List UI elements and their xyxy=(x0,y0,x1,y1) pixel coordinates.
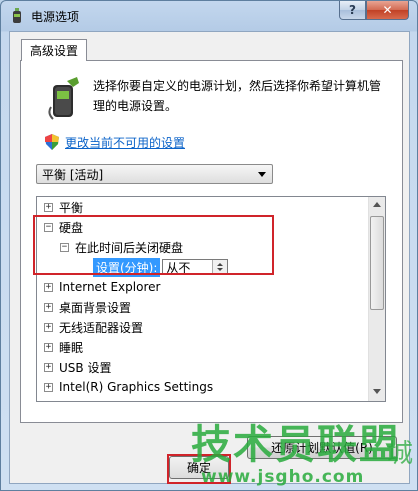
advanced-settings-panel: 选择你要自定义的电源计划，然后选择你希望计算机管理的电源设置。 更改当前不可用的… xyxy=(20,60,403,459)
power-plan-value: 平衡 [活动] xyxy=(42,167,104,182)
collapse-icon[interactable]: − xyxy=(44,222,53,232)
tab-advanced-settings[interactable]: 高级设置 xyxy=(21,39,87,61)
tree-item-label: 平衡 xyxy=(59,200,84,215)
tree-item-label: 睡眠 xyxy=(59,340,84,355)
battery-plug-icon xyxy=(48,77,79,120)
scroll-down-icon[interactable] xyxy=(373,389,381,394)
minutes-value[interactable]: 从不 xyxy=(163,259,212,276)
power-options-window: 电源选项 ? ✕ 高级设置 选择你要自定义的电源计划，然后选择你希望计算机管理的… xyxy=(0,0,418,491)
settings-tree[interactable]: + 平衡 − 硬盘 − 在此时间后关闭硬盘 设置(分钟): 从不 + Inter… xyxy=(36,196,386,402)
setting-label: 设置(分钟): xyxy=(93,257,161,277)
window-title: 电源选项 xyxy=(31,10,80,24)
tree-item-hard-disk[interactable]: − 硬盘 xyxy=(44,217,83,237)
tree-item-intel-graphics[interactable]: + Intel(R) Graphics Settings xyxy=(44,377,213,397)
expand-icon[interactable]: + xyxy=(44,302,53,312)
scrollbar-thumb[interactable] xyxy=(370,216,384,310)
help-button[interactable]: ? xyxy=(339,1,366,20)
change-unavailable-settings-link[interactable]: 更改当前不可用的设置 xyxy=(65,134,185,151)
tree-item-desktop-background[interactable]: + 桌面背景设置 xyxy=(44,297,131,317)
scroll-up-icon[interactable] xyxy=(373,202,381,207)
expand-icon[interactable]: + xyxy=(44,322,53,332)
collapse-icon[interactable]: − xyxy=(60,242,69,252)
stepper-arrows[interactable] xyxy=(212,260,228,274)
restore-defaults-button[interactable]: 还原计划默认值(R) xyxy=(247,436,397,459)
expand-icon[interactable]: + xyxy=(44,382,53,392)
ok-highlight-box xyxy=(167,454,231,484)
tree-item-turn-off-disk[interactable]: − 在此时间后关闭硬盘 xyxy=(60,237,183,257)
expand-icon[interactable]: + xyxy=(44,342,53,352)
close-icon: ✕ xyxy=(382,3,393,17)
tree-item-label: Intel(R) Graphics Settings xyxy=(59,380,214,394)
tree-item-balanced[interactable]: + 平衡 xyxy=(44,197,83,217)
tree-scrollbar[interactable] xyxy=(368,197,385,401)
tree-item-sleep[interactable]: + 睡眠 xyxy=(44,337,83,357)
tree-item-internet-explorer[interactable]: + Internet Explorer xyxy=(44,277,160,297)
tree-item-usb-settings[interactable]: + USB 设置 xyxy=(44,357,111,377)
minutes-stepper[interactable]: 从不 xyxy=(162,259,229,276)
expand-icon[interactable]: + xyxy=(44,202,53,212)
tree-item-label: 在此时间后关闭硬盘 xyxy=(75,240,184,255)
uac-shield-icon xyxy=(45,134,59,150)
expand-icon[interactable]: + xyxy=(44,282,53,292)
tree-item-label: 桌面背景设置 xyxy=(59,300,132,315)
chevron-down-icon xyxy=(258,172,266,177)
tree-item-label: Internet Explorer xyxy=(59,280,161,294)
tree-setting-row: 设置(分钟): 从不 xyxy=(93,257,229,277)
expand-icon[interactable]: + xyxy=(44,362,53,372)
titlebar[interactable]: 电源选项 ? ✕ xyxy=(1,1,417,31)
tree-item-label: USB 设置 xyxy=(59,360,112,375)
description-text: 选择你要自定义的电源计划，然后选择你希望计算机管理的电源设置。 xyxy=(93,79,382,113)
updown-icon xyxy=(217,263,224,271)
power-plan-select[interactable]: 平衡 [活动] xyxy=(36,164,273,184)
power-options-icon xyxy=(13,8,21,23)
help-icon: ? xyxy=(349,3,356,17)
tree-item-label: 无线适配器设置 xyxy=(59,320,144,335)
tree-item-wireless-adapter[interactable]: + 无线适配器设置 xyxy=(44,317,143,337)
tree-item-label: 硬盘 xyxy=(59,220,84,235)
close-button[interactable]: ✕ xyxy=(366,1,409,20)
dialog-client: 高级设置 选择你要自定义的电源计划，然后选择你希望计算机管理的电源设置。 更改当… xyxy=(9,31,410,484)
